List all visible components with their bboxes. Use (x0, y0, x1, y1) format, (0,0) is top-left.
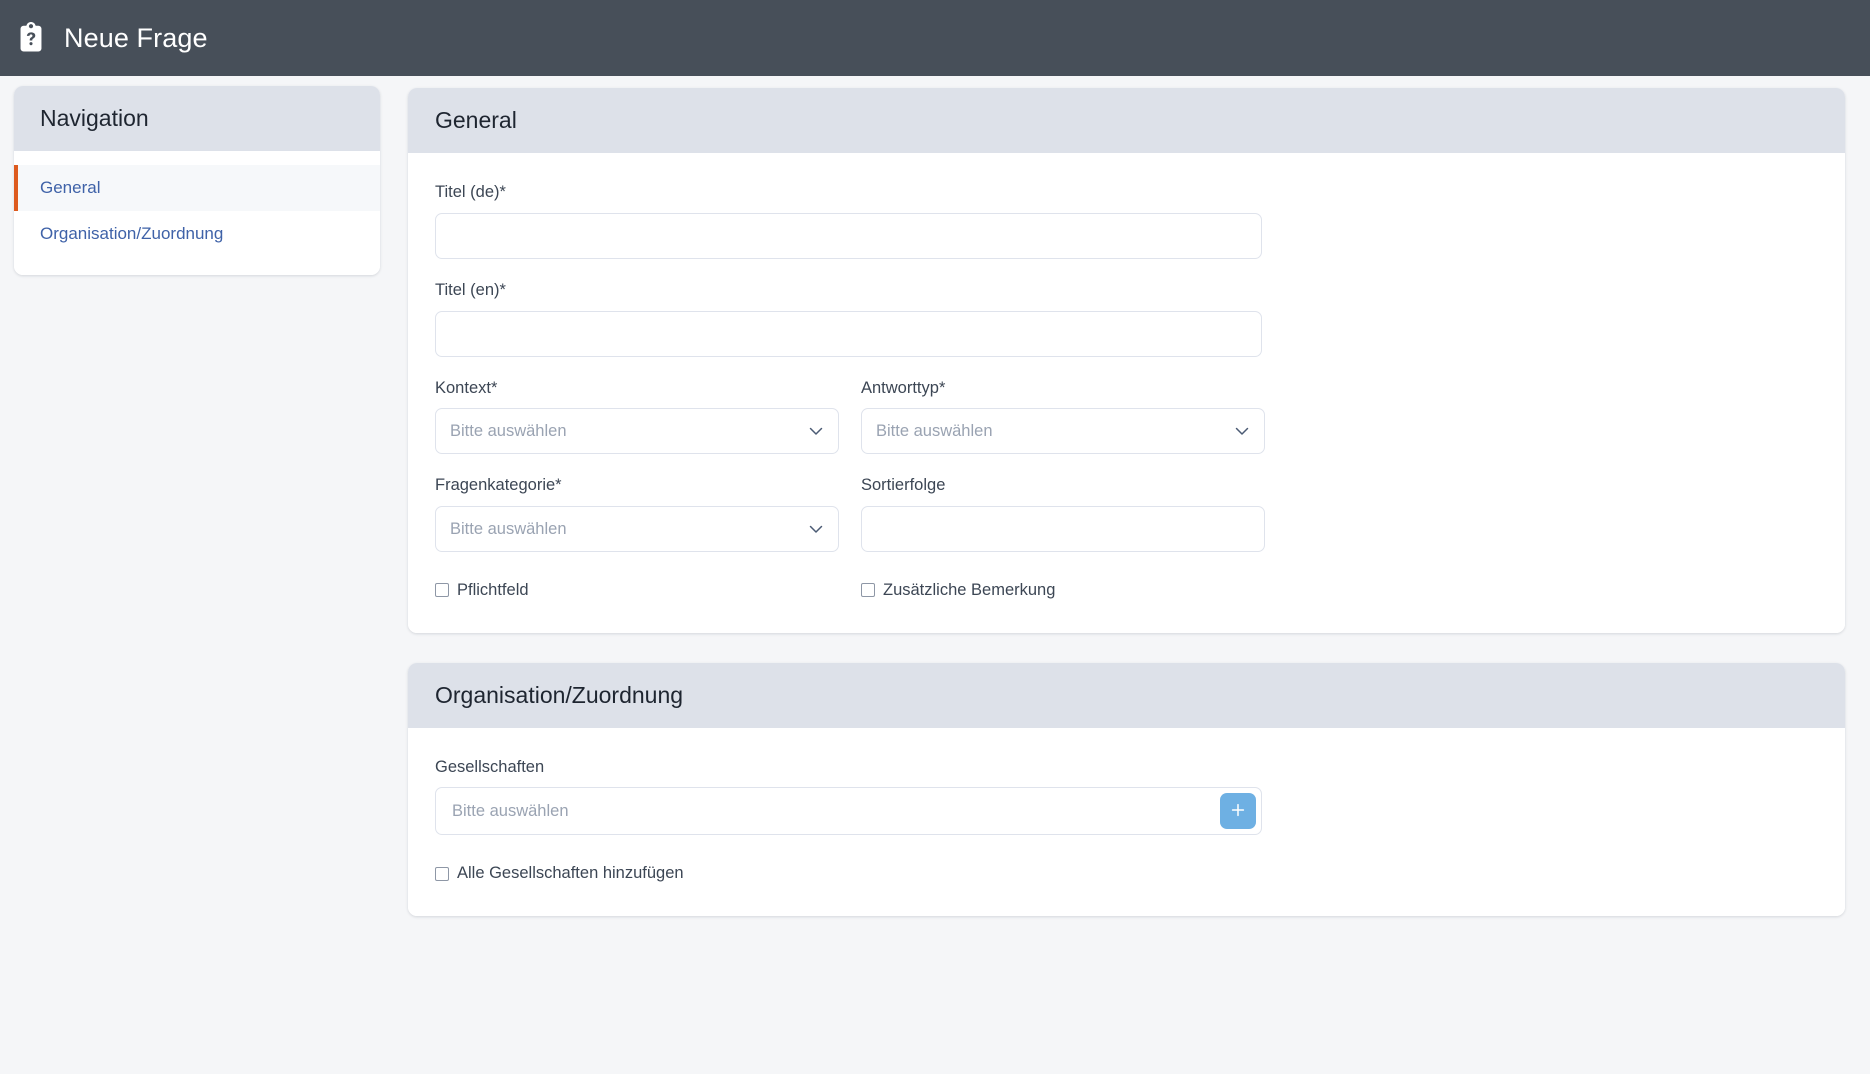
card-general-title: General (408, 88, 1845, 153)
fragenkategorie-label: Fragenkategorie* (435, 476, 562, 495)
antworttyp-selected-value: Bitte auswählen (876, 421, 993, 440)
sidebar-item-label: Organisation/Zuordnung (40, 224, 224, 244)
titel-en-input[interactable] (435, 310, 1262, 357)
pflichtfeld-label: Pflichtfeld (457, 581, 529, 600)
fragenkategorie-select[interactable]: Bitte auswählen (435, 506, 839, 553)
page-title: Neue Frage (64, 22, 208, 53)
antworttyp-select[interactable]: Bitte auswählen (861, 408, 1265, 455)
page-body: Navigation General Organisation/Zuordnun… (0, 76, 1870, 1074)
clipboard-question-icon (14, 21, 48, 55)
zusaetzliche-bemerkung-checkbox-row[interactable]: Zusätzliche Bemerkung (861, 582, 1265, 599)
kontext-label: Kontext* (435, 378, 498, 397)
add-gesellschaft-button[interactable] (1220, 793, 1256, 830)
field-titel-en: Titel (en)* (435, 281, 1818, 357)
gesellschaften-label: Gesellschaften (435, 757, 545, 776)
navigation-panel: Navigation General Organisation/Zuordnun… (14, 86, 380, 276)
titel-en-label: Titel (en)* (435, 280, 506, 299)
zusaetzliche-bemerkung-label: Zusätzliche Bemerkung (883, 581, 1056, 600)
sidebar-item-organisation-zuordnung[interactable]: Organisation/Zuordnung (14, 211, 380, 257)
pflichtfeld-checkbox-row[interactable]: Pflichtfeld (435, 582, 839, 599)
gesellschaften-input-group (435, 787, 1262, 836)
field-kontext: Kontext* Bitte auswählen (435, 379, 839, 455)
card-general-body: Titel (de)* Titel (en)* Kontext* Bitte a… (408, 153, 1845, 633)
row-fragenkategorie-sortierfolge: Fragenkategorie* Bitte auswählen Sortier… (435, 476, 1818, 553)
card-general: General Titel (de)* Titel (en)* Kontext* (408, 88, 1845, 633)
field-sortierfolge: Sortierfolge (861, 476, 1265, 553)
sortierfolge-label: Sortierfolge (861, 476, 946, 495)
row-checkboxes: Pflichtfeld Zusätzliche Bemerkung (435, 582, 1818, 599)
zusaetzliche-bemerkung-checkbox[interactable] (861, 583, 875, 598)
alle-gesellschaften-checkbox[interactable] (435, 866, 449, 881)
field-titel-de: Titel (de)* (435, 183, 1818, 259)
kontext-select[interactable]: Bitte auswählen (435, 408, 839, 455)
card-organisation-body: Gesellschaften Bitte auswählen Alle Gese… (408, 727, 1845, 916)
sortierfolge-input[interactable] (861, 506, 1265, 553)
kontext-selected-value: Bitte auswählen (450, 421, 567, 440)
titel-de-label: Titel (de)* (435, 183, 506, 201)
row-kontext-antworttyp: Kontext* Bitte auswählen Antworttyp* Bit… (435, 379, 1818, 455)
navigation-title: Navigation (14, 86, 380, 151)
antworttyp-label: Antworttyp* (861, 378, 946, 397)
row-alle-gesellschaften: Alle Gesellschaften hinzufügen (435, 865, 1818, 882)
main-content: General Titel (de)* Titel (en)* Kontext* (408, 88, 1845, 916)
field-antworttyp: Antworttyp* Bitte auswählen (861, 379, 1265, 455)
plus-icon (1229, 801, 1247, 822)
gesellschaften-input[interactable] (450, 788, 1220, 835)
pflichtfeld-checkbox[interactable] (435, 583, 449, 598)
card-organisation-title: Organisation/Zuordnung (408, 662, 1845, 728)
alle-gesellschaften-checkbox-row[interactable]: Alle Gesellschaften hinzufügen (435, 865, 1818, 882)
alle-gesellschaften-label: Alle Gesellschaften hinzufügen (457, 864, 684, 883)
navigation-list: General Organisation/Zuordnung (14, 151, 380, 276)
app-header: Neue Frage (0, 0, 1870, 76)
sidebar-item-general[interactable]: General (14, 165, 380, 212)
card-organisation-zuordnung: Organisation/Zuordnung Gesellschaften Bi… (408, 662, 1845, 916)
field-gesellschaften: Gesellschaften (435, 758, 1818, 836)
fragenkategorie-selected-value: Bitte auswählen (450, 519, 567, 538)
field-fragenkategorie: Fragenkategorie* Bitte auswählen (435, 476, 839, 553)
titel-de-input[interactable] (435, 212, 1262, 259)
sidebar-item-label: General (40, 178, 101, 197)
